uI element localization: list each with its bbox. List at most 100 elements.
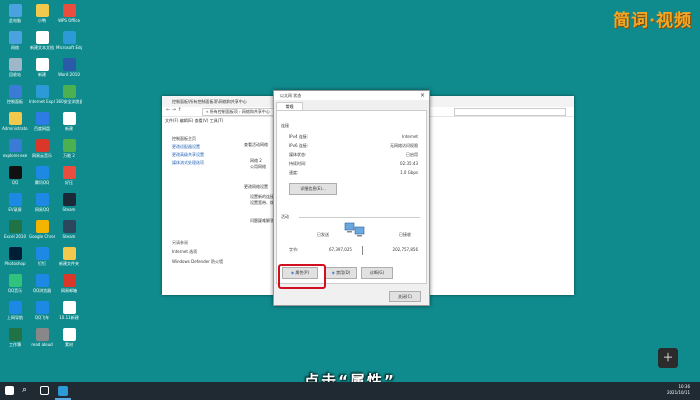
desktop-icon[interactable]: 网易云音乐 [29,139,55,158]
clock-date: 2021/10/11 [666,390,690,395]
desktop-icon-label: 万能 2 [63,153,75,158]
system-clock[interactable]: 10:36 2021/10/11 [667,384,690,396]
desktop-icon[interactable]: 控制面板 [2,85,28,104]
desktop-icon[interactable]: 网易QQ [29,193,55,212]
desktop-icon[interactable]: 素材 [56,328,82,347]
desktop-icon[interactable]: explorer.exe [2,139,28,158]
desktop-icon[interactable]: 钉钉 [29,247,55,266]
desktop-icon[interactable]: 网易邮箱 [56,274,82,293]
desktop-icon[interactable]: 小鸭 [29,4,55,23]
desktop-icon-label: 360安全浏览器 [56,99,82,104]
left-link[interactable]: 控制面板主页 [172,136,196,142]
desktop-icon[interactable]: EV录屏 [2,193,28,212]
diagnose-button[interactable]: 诊断(G) [361,267,393,279]
desktop-icon[interactable]: 新建 [56,112,82,131]
nav-arrows-icon[interactable]: ← → ↑ [166,107,182,113]
left-link[interactable]: 更改高级共享设置 [172,152,204,158]
desktop-icon-label: QQ飞车 [34,315,50,320]
desktop-icon-label: QQ [11,180,19,185]
edge-taskbar-icon[interactable] [58,386,68,396]
desktop-icon[interactable]: 百度网盘 [29,112,55,131]
desktop-icon[interactable]: 10.11新建 [56,301,82,320]
desktop-icon[interactable]: QQ [2,166,28,185]
see-also-internet-options[interactable]: Internet 选项 [172,249,197,255]
desktop-icon-label: 网络 [11,45,19,50]
desktop-icon[interactable]: 此电脑 [2,4,28,23]
close-icon[interactable]: × [420,91,425,100]
status-row-value: 已启用 [406,152,418,157]
desktop-icon[interactable]: 回收站 [2,58,28,77]
app-icon [62,4,76,17]
details-button[interactable]: 详细信息(E)... [289,183,337,195]
desktop-icon[interactable]: 网络 [2,31,28,50]
menu-bar[interactable]: 文件(F) 编辑(E) 查看(V) 工具(T) [165,118,223,124]
received-label: 已接收 [399,232,411,237]
desktop-icon-label: EV录屏 [8,207,22,212]
watermark: 简词·视频 [613,11,692,31]
desktop-icon-label: read aloud [31,342,53,347]
close-button[interactable]: 关闭(C) [389,291,421,302]
desktop-icon[interactable]: 新建文件夹 [56,247,82,266]
left-link[interactable]: 媒体流式处理选项 [172,160,204,166]
desktop-icon[interactable]: QQ飞车 [29,301,55,320]
desktop-icon[interactable]: 万能 2 [56,139,82,158]
status-row-value: 无网络访问权限 [390,143,418,148]
status-row-label: 媒体状态: [289,152,307,157]
desktop-icon[interactable]: Administrator [2,112,28,131]
app-icon [62,274,76,287]
app-icon [35,247,49,260]
desktop-icon[interactable]: WPS Office [56,4,82,23]
desktop-icon[interactable]: 新建 [29,58,55,77]
desktop-icon[interactable]: Steam [56,220,82,239]
desktop-icon-label: 网易云音乐 [32,153,52,158]
desktop-icon[interactable]: Excel 2010 [2,220,28,239]
desktop-icon[interactable]: Steam [56,193,82,212]
desktop-icon[interactable]: Internet Explorer [29,85,55,104]
app-icon [62,85,76,98]
desktop-icon[interactable]: read aloud [29,328,55,347]
windows-start-icon[interactable] [5,386,14,395]
desktop-icon[interactable]: 新建文本文档 [29,31,55,50]
desktop-icon[interactable]: 腾讯QQ [29,166,55,185]
app-icon [62,328,76,341]
desktop-icon-label: 百度网盘 [34,126,50,131]
app-icon [8,166,22,179]
app-icon [8,247,22,260]
desktop-icon[interactable]: 工作簿 [2,328,28,347]
app-icon [8,328,22,341]
add-note-icon[interactable]: ＋ [658,348,678,368]
properties-highlight-box [278,264,326,289]
left-link[interactable]: 更改适配器设置 [172,144,200,150]
search-input[interactable] [454,108,566,116]
app-icon [35,112,49,125]
desktop-icon[interactable]: QQ音乐 [2,274,28,293]
desktop-icon-label: 新建文本文档 [30,45,54,50]
search-icon[interactable]: ⌕ [22,385,27,395]
network-info-item: 更改网络设置 [244,184,268,189]
desktop-icon[interactable]: Microsoft Edge [56,31,82,50]
app-icon [8,4,22,17]
desktop-icon[interactable]: Word 2010 [56,58,82,77]
network-info-item: 问题疑难解答 [250,218,274,223]
desktop-icon[interactable]: 好压 [56,166,82,185]
desktop-icon[interactable]: 360安全浏览器 [56,85,82,104]
desktop-icon-label: 上网导航 [7,315,23,320]
app-icon [62,166,76,179]
sent-label: 已发送 [317,232,329,237]
desktop-icon-label: 腾讯QQ [34,180,50,185]
desktop-icon[interactable]: 上网导航 [2,301,28,320]
desktop-icon[interactable]: Photoshop [2,247,28,266]
status-row-value: 02:35:43 [400,161,418,166]
desktop-icon[interactable]: Google Chrome [29,220,55,239]
disable-label: 禁用(D) [336,270,351,275]
desktop-icon-label: 新建文件夹 [59,261,79,266]
desktop-icon[interactable]: QQ浏览器 [29,274,55,293]
disable-button[interactable]: ◈ 禁用(D) [325,267,357,279]
bytes-label: 字节: [289,247,299,252]
general-panel: 连接 IPv4 连接: Internet IPv6 连接: 无网络访问权限 媒体状态: 已… [276,110,427,284]
task-view-icon[interactable] [40,386,49,395]
status-row-value: Internet [402,134,418,139]
desktop-icon-label: Administrator [2,126,28,131]
app-icon [62,193,76,206]
see-also-firewall[interactable]: Windows Defender 防火墙 [172,259,223,265]
